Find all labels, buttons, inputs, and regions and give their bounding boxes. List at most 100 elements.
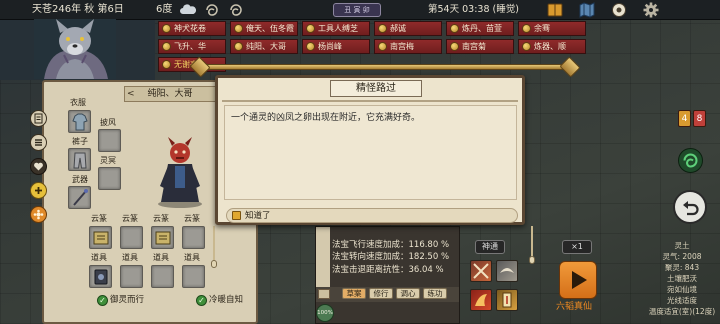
tab-practice[interactable]: 练功 [423, 288, 447, 299]
time-period-badge[interactable]: 丑 寅 卯 [333, 3, 381, 17]
scroll-item-icon [155, 231, 171, 245]
clothes-slot[interactable] [68, 110, 91, 133]
artifact-icon[interactable] [318, 289, 330, 299]
disciple-name: 工具人缚芝 [318, 24, 358, 33]
tab-draft[interactable]: 草案 [342, 288, 366, 299]
armor-item-icon [72, 113, 88, 131]
tab-cultivate[interactable]: 修行 [369, 288, 393, 299]
spirit-slot[interactable] [98, 167, 121, 190]
gear-icon[interactable] [642, 2, 660, 18]
yellow-counter-badge[interactable]: 4 [678, 110, 691, 127]
swirl-icon[interactable] [227, 2, 245, 18]
map-icon[interactable] [578, 2, 596, 18]
disciple-name: 飞升、华 [174, 42, 206, 51]
swirl-icon[interactable] [203, 2, 221, 18]
tool-slot[interactable] [120, 265, 143, 288]
trait-label[interactable]: 冷暖自知 [209, 294, 243, 306]
clothes-label: 衣服 [70, 98, 86, 107]
plus-icon[interactable] [30, 182, 47, 199]
acknowledge-button[interactable]: 知道了 [226, 208, 518, 223]
trait-label[interactable]: 御灵而行 [110, 294, 144, 306]
red-counter-badge[interactable]: 8 [693, 110, 706, 127]
tile-gathering: 聚灵: 843 [664, 263, 700, 272]
character-figure[interactable] [150, 134, 210, 209]
previous-character-button[interactable]: < [127, 87, 135, 101]
cape-slot[interactable] [98, 129, 121, 152]
disciple-avatar-icon [306, 24, 315, 33]
progress-percent-badge: 100% [316, 304, 334, 322]
disciple-tag[interactable]: 南宫梅 [374, 39, 442, 54]
tile-soil: 土壤肥沃 [667, 274, 697, 283]
book-icon[interactable] [546, 2, 564, 18]
tool-slot[interactable] [182, 265, 205, 288]
stat-flight-speed: 法宝飞行速度加成：116.80 % [332, 240, 450, 250]
divine-skill-button[interactable]: 神通 [475, 240, 505, 254]
tassel-decoration [213, 226, 215, 262]
event-dialog: 精怪路过 一个通灵的凶凤之卵出现在附近，它充满好奇。 知道了 [215, 75, 525, 225]
rune-slot[interactable] [151, 226, 174, 249]
play-icon [572, 271, 587, 289]
disciple-name: 炼器、顺 [534, 42, 566, 51]
green-swirl-icon[interactable] [678, 148, 703, 173]
disciple-avatar-icon [162, 60, 171, 69]
disciple-name: 神犬花卷 [174, 24, 206, 33]
tool-slot[interactable] [151, 265, 174, 288]
disciple-avatar-icon [162, 42, 171, 51]
cloud-icon[interactable] [179, 2, 197, 18]
disciple-name: 余骞 [534, 24, 550, 33]
disciple-tag[interactable]: 飞升、华 [158, 39, 226, 54]
tool-slot[interactable] [89, 265, 112, 288]
disciple-tag[interactable]: 俺天、伍冬霞 [230, 21, 298, 36]
dialog-body: 一个通灵的凶凤之卵出现在附近，它充满好奇。 [224, 105, 517, 200]
skill-name: 六韬真仙 [556, 302, 593, 312]
pants-slot[interactable] [68, 148, 91, 171]
rune-slot[interactable] [182, 226, 205, 249]
disciple-avatar-icon [450, 42, 459, 51]
staff-item-icon [73, 189, 88, 206]
acknowledge-label: 知道了 [245, 211, 271, 221]
speed-button[interactable]: ×1 [562, 240, 592, 254]
disciple-tag[interactable]: 余骞 [518, 21, 586, 36]
stat-knockback-resist: 法宝击退距离抗性：36.04 % [332, 265, 444, 275]
disciple-tag[interactable]: 工具人缚芝 [302, 21, 370, 36]
disciple-tag[interactable]: 郝诚 [374, 21, 442, 36]
skill-talisman-icon[interactable] [496, 289, 518, 311]
back-button[interactable] [673, 190, 707, 224]
document-icon[interactable] [30, 110, 47, 127]
disciple-tag[interactable]: 炼器、顺 [518, 39, 586, 54]
tab-mind[interactable]: 调心 [396, 288, 420, 299]
tile-type: 灵土 [674, 241, 690, 250]
check-icon: ✓ [97, 295, 108, 306]
tile-light: 光线适度 [667, 296, 697, 305]
disciple-avatar-icon [234, 42, 243, 51]
skill-bird-icon[interactable] [496, 260, 518, 282]
disciple-tag[interactable]: 神犬花卷 [158, 21, 226, 36]
rune-slot-label: 云篆 [184, 214, 200, 223]
weapon-slot[interactable] [68, 186, 91, 209]
disciple-tag[interactable]: 杨尚峰 [302, 39, 370, 54]
disciple-tag[interactable]: 纯阳、大哥 [230, 39, 298, 54]
creature-portrait[interactable] [34, 19, 116, 79]
book-icon [232, 211, 241, 220]
rune-slot[interactable] [120, 226, 143, 249]
dialog-message: 一个通灵的凶凤之卵出现在附近，它充满好奇。 [231, 113, 421, 123]
play-button[interactable] [559, 261, 597, 299]
tile-temperature: 温度适宜(室)(12度) [648, 307, 716, 316]
disciple-name: 南宫梅 [390, 42, 414, 51]
rune-slot-label: 云篆 [153, 214, 169, 223]
flower-gear-icon[interactable] [30, 206, 47, 223]
list-icon[interactable] [30, 134, 47, 151]
disciple-tag[interactable]: 炼丹、苗萱 [446, 21, 514, 36]
skill-phoenix-icon[interactable] [470, 289, 492, 311]
tool-slot-label: 道具 [122, 253, 138, 262]
disciple-tag[interactable]: 南宫菊 [446, 39, 514, 54]
rune-slot-label: 云篆 [91, 214, 107, 223]
skill-swords-icon[interactable] [470, 260, 492, 282]
stats-panel-strip [316, 227, 330, 287]
disciple-name: 郝诚 [390, 24, 406, 33]
tile-spirit-energy: 灵气: 2008 [662, 252, 702, 261]
rune-slot[interactable] [89, 226, 112, 249]
heart-icon[interactable] [30, 158, 47, 175]
compass-icon[interactable] [610, 2, 628, 18]
pants-label: 裤子 [72, 137, 88, 146]
